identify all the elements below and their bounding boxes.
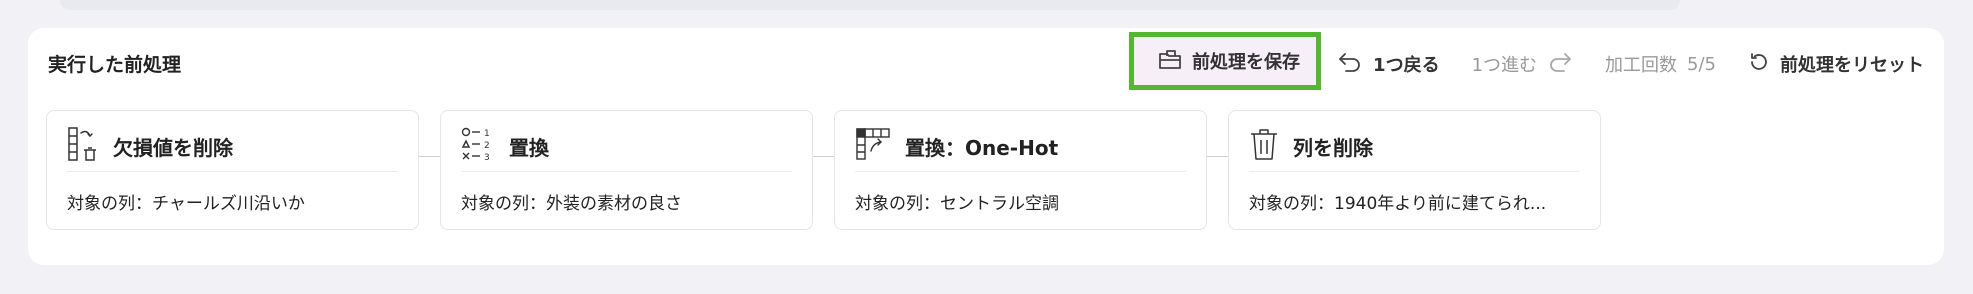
upper-panel-edge — [60, 0, 1680, 10]
edit-count: 加工回数 5/5 — [1589, 44, 1732, 84]
step-title: 列を削除 — [1293, 135, 1373, 160]
step-card[interactable]: 1 2 3 置換 対象の列：外装の素材の良さ — [440, 110, 813, 230]
step-card-header: 列を削除 — [1249, 121, 1580, 172]
save-preprocessing-label: 前処理を保存 — [1192, 52, 1301, 73]
step-connector — [1207, 156, 1228, 157]
replace-icon: 1 2 3 — [461, 127, 495, 165]
svg-text:1: 1 — [484, 129, 490, 139]
history-toolbar: 前処理を保存 1つ戻る 1つ進む 加工回数 5/5 前処理をリセット — [1129, 28, 1924, 100]
svg-text:3: 3 — [484, 153, 490, 161]
save-folder-icon — [1158, 48, 1182, 75]
redo-label: 1つ進む — [1471, 55, 1538, 76]
trash-icon — [1249, 127, 1279, 165]
step-target-column: 対象の列：チャールズ川沿いか — [67, 194, 305, 214]
step-target-column: 対象の列：外装の素材の良さ — [461, 194, 682, 214]
step-connector — [419, 156, 440, 157]
step-card-header: 欠損値を削除 — [67, 121, 398, 172]
step-title: 欠損値を削除 — [113, 135, 233, 160]
step-title: 置換：One-Hot — [905, 135, 1059, 160]
edit-count-label: 加工回数 — [1605, 55, 1678, 76]
one-hot-icon — [855, 127, 891, 165]
step-card-header: 1 2 3 置換 — [461, 121, 792, 172]
step-card[interactable]: 欠損値を削除 対象の列：チャールズ川沿いか — [46, 110, 419, 230]
step-title: 置換 — [509, 135, 549, 160]
svg-text:2: 2 — [484, 141, 490, 151]
step-target-column: 対象の列：セントラル空調 — [855, 194, 1059, 214]
edit-count-value: 5/5 — [1687, 53, 1716, 75]
redo-icon — [1547, 50, 1573, 79]
reset-icon — [1748, 51, 1770, 78]
panel-title: 実行した前処理 — [48, 54, 182, 76]
reset-preprocessing-button[interactable]: 前処理をリセット — [1732, 44, 1924, 84]
step-target-column: 対象の列：1940年より前に建てられ... — [1249, 194, 1547, 214]
redo-button[interactable]: 1つ進む — [1456, 44, 1589, 84]
delete-missing-values-icon — [67, 126, 99, 166]
step-card[interactable]: 置換：One-Hot 対象の列：セントラル空調 — [834, 110, 1207, 230]
undo-button[interactable]: 1つ戻る — [1321, 44, 1456, 84]
undo-label: 1つ戻る — [1373, 55, 1440, 76]
preprocessing-steps: 欠損値を削除 対象の列：チャールズ川沿いか 1 2 3 置換 対象の列：外装の素… — [46, 110, 1601, 234]
preprocessing-history-panel: 実行した前処理 前処理を保存 1つ戻る 1つ進む 加工回数 5/5 前処理をリセ… — [28, 28, 1944, 265]
step-card[interactable]: 列を削除 対象の列：1940年より前に建てられ... — [1228, 110, 1601, 230]
undo-icon — [1337, 50, 1363, 79]
step-connector — [813, 156, 834, 157]
reset-preprocessing-label: 前処理をリセット — [1780, 55, 1924, 76]
save-preprocessing-button[interactable]: 前処理を保存 — [1129, 32, 1322, 90]
step-card-header: 置換：One-Hot — [855, 121, 1186, 172]
